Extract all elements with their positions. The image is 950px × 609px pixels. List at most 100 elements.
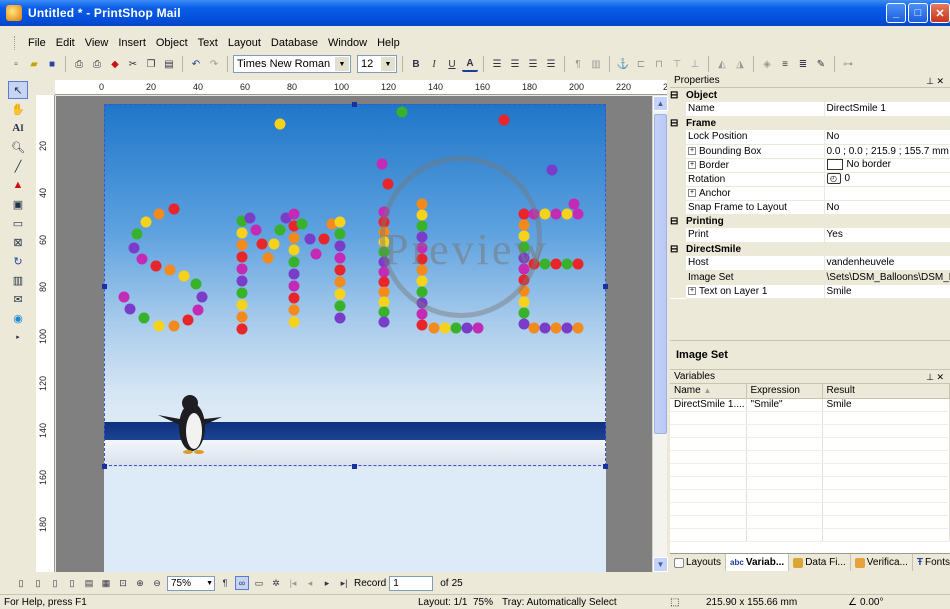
- first-page-icon[interactable]: ▯: [14, 576, 28, 590]
- tab-data-file[interactable]: Data Fi...: [789, 554, 851, 571]
- property-row[interactable]: Host vandenheuvele: [670, 256, 950, 271]
- show-variables-icon[interactable]: ∞: [235, 576, 249, 590]
- property-value[interactable]: Smile: [824, 284, 950, 299]
- menu-layout[interactable]: Layout: [223, 34, 266, 52]
- align-objects-left-icon[interactable]: ⊏: [633, 56, 649, 72]
- expand-plus-icon[interactable]: +: [688, 146, 696, 155]
- menu-help[interactable]: Help: [372, 34, 405, 52]
- property-value[interactable]: vandenheuvele: [824, 256, 950, 271]
- vertical-ruler[interactable]: 20 40 60 80 100 120 140 160 180: [36, 95, 55, 572]
- table-row[interactable]: DirectSmile 1.... "Smile" Smile: [670, 398, 950, 412]
- property-row[interactable]: Snap Frame to Layout No: [670, 200, 950, 215]
- page-layout-icon[interactable]: ▦: [99, 576, 113, 590]
- cut-icon[interactable]: ✂: [125, 56, 141, 72]
- property-row[interactable]: Lock Position No: [670, 130, 950, 145]
- tab-variables[interactable]: abc Variab...: [726, 554, 790, 571]
- table-row[interactable]: [670, 450, 950, 464]
- align-right-icon[interactable]: ☰: [525, 56, 541, 72]
- expand-plus-icon[interactable]: +: [688, 286, 696, 295]
- align-center-icon[interactable]: ☰: [507, 56, 523, 72]
- scroll-up-button[interactable]: ▲: [653, 96, 668, 111]
- last-record-icon[interactable]: ▸|: [337, 576, 351, 590]
- property-value[interactable]: No: [824, 200, 950, 215]
- email-tool-icon[interactable]: ✉: [8, 290, 28, 308]
- menu-view[interactable]: View: [80, 34, 114, 52]
- zoom-out-icon[interactable]: ⊖: [150, 576, 164, 590]
- menu-text[interactable]: Text: [193, 34, 223, 52]
- tab-verification[interactable]: Verifica...: [851, 554, 913, 571]
- expand-plus-icon[interactable]: +: [688, 188, 696, 197]
- tools-icon[interactable]: ✲: [269, 576, 283, 590]
- pin-icon[interactable]: ⊥ ✕: [926, 74, 944, 88]
- font-color-button[interactable]: A: [462, 56, 478, 72]
- align-objects-bottom-icon[interactable]: ⊥: [687, 56, 703, 72]
- property-value[interactable]: [824, 186, 950, 201]
- print-preview-icon[interactable]: ⎙: [71, 56, 87, 72]
- property-value[interactable]: DirectSmile 1: [824, 102, 950, 117]
- property-value-cell[interactable]: ◴ 0: [824, 172, 950, 187]
- table-row[interactable]: [670, 437, 950, 451]
- link-frames-icon[interactable]: ⊶: [840, 56, 856, 72]
- fill-color-icon[interactable]: ◈: [759, 56, 775, 72]
- table-row[interactable]: [670, 463, 950, 477]
- category-printing[interactable]: ⊟ Printing: [670, 214, 950, 228]
- scroll-down-button[interactable]: ▼: [653, 557, 668, 572]
- open-folder-icon[interactable]: ▰: [26, 56, 42, 72]
- paste-icon[interactable]: ▤: [161, 56, 177, 72]
- property-row[interactable]: Name DirectSmile 1: [670, 102, 950, 117]
- category-directsmile[interactable]: ⊟ DirectSmile: [670, 242, 950, 256]
- line-tool-icon[interactable]: ╱: [8, 157, 28, 175]
- page-icon[interactable]: ▯: [48, 576, 62, 590]
- page-icon[interactable]: ▯: [65, 576, 79, 590]
- undo-icon[interactable]: ↶: [188, 56, 204, 72]
- horizontal-ruler[interactable]: 0 20 40 60 80 100 120 140 160 180 200 220 240: [55, 80, 667, 95]
- property-value-cell[interactable]: No border: [824, 158, 950, 173]
- category-frame[interactable]: ⊟ Frame: [670, 116, 950, 130]
- pdf-tool-icon[interactable]: ▲: [8, 176, 28, 194]
- align-objects-top-icon[interactable]: ⊤: [669, 56, 685, 72]
- scroll-thumb[interactable]: [654, 114, 667, 434]
- maximize-button[interactable]: □: [908, 3, 928, 23]
- underline-button[interactable]: U: [444, 56, 460, 72]
- align-left-icon[interactable]: ☰: [489, 56, 505, 72]
- zoom-select[interactable]: 75% ▼: [167, 575, 215, 591]
- page-icon[interactable]: ▯: [31, 576, 45, 590]
- table-row[interactable]: [670, 411, 950, 425]
- zoom-in-icon[interactable]: ⊕: [133, 576, 147, 590]
- justify-icon[interactable]: ☰: [543, 56, 559, 72]
- italic-button[interactable]: I: [426, 56, 442, 72]
- print-icon[interactable]: ⎙: [89, 56, 105, 72]
- resize-handle-right[interactable]: [603, 284, 608, 289]
- font-size-select[interactable]: 12 ▼: [357, 55, 397, 73]
- new-document-icon[interactable]: ▫: [8, 56, 24, 72]
- category-object[interactable]: ⊟ Object: [670, 88, 950, 102]
- show-frames-icon[interactable]: ▭: [252, 576, 266, 590]
- pointer-tool-icon[interactable]: ↖: [8, 81, 28, 99]
- paragraph-icon[interactable]: ¶: [570, 56, 586, 72]
- minimize-button[interactable]: _: [886, 3, 906, 23]
- menu-grip[interactable]: [14, 36, 17, 50]
- table-row[interactable]: [670, 424, 950, 438]
- column-icon[interactable]: ▥: [588, 56, 604, 72]
- expand-plus-icon[interactable]: +: [688, 160, 696, 169]
- directsmile-tool-icon[interactable]: ◉: [8, 309, 28, 327]
- resize-handle-bottom-right[interactable]: [603, 464, 608, 469]
- property-value[interactable]: \Sets\DSM_Balloons\DSM_Ba: [824, 270, 950, 285]
- hand-tool-icon[interactable]: ✋: [8, 100, 28, 118]
- column-header-name[interactable]: Name ▲: [670, 384, 747, 399]
- property-row[interactable]: + Anchor: [670, 186, 950, 201]
- tab-layouts[interactable]: Layouts: [670, 554, 727, 571]
- table-row[interactable]: [670, 528, 950, 542]
- flip-horizontal-icon[interactable]: ◭: [714, 56, 730, 72]
- menu-file[interactable]: File: [23, 34, 51, 52]
- tab-fonts[interactable]: Ŧ Fonts: [913, 554, 950, 571]
- flip-vertical-icon[interactable]: ◮: [732, 56, 748, 72]
- image-tool-icon[interactable]: ▣: [8, 195, 28, 213]
- property-value[interactable]: 0.0 ; 0.0 ; 215.9 ; 155.7 mm: [824, 144, 950, 159]
- property-value[interactable]: Yes: [824, 228, 950, 243]
- align-objects-center-icon[interactable]: ⊓: [651, 56, 667, 72]
- pin-icon[interactable]: ⊥ ✕: [926, 370, 944, 384]
- column-header-expression[interactable]: Expression: [746, 384, 823, 399]
- anchor-icon[interactable]: ⚓: [615, 56, 631, 72]
- proof-icon[interactable]: ◆: [107, 56, 123, 72]
